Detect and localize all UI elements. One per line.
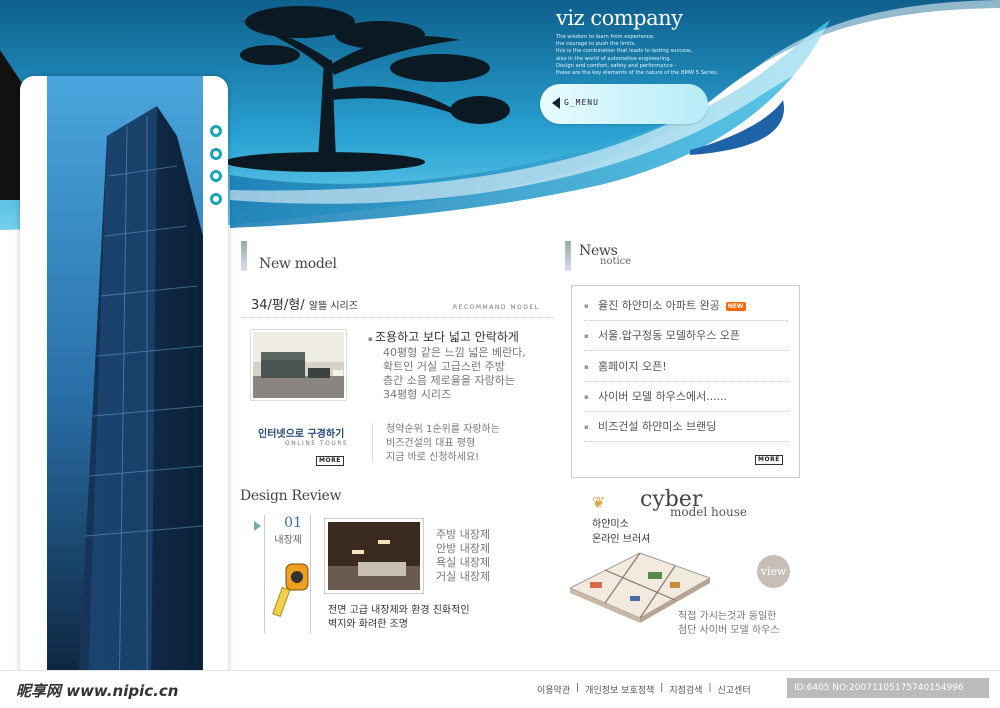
cyber-brand-line: 하얀미소	[592, 519, 629, 530]
footer-link-branch[interactable]: 지점검색	[669, 683, 702, 696]
left-arrow-icon	[552, 97, 560, 109]
divider	[372, 423, 373, 463]
play-arrow-icon	[254, 521, 261, 531]
brand-tagline: The wisdom to learn from experience, the…	[556, 34, 746, 77]
footer-link-terms[interactable]: 이용약관	[537, 683, 570, 696]
interior-list-item[interactable]: 안방 내장제	[436, 542, 490, 556]
news-subtitle: notice	[600, 256, 632, 267]
tagline-line: these are the key elements of the nature…	[556, 70, 719, 77]
news-item-label: 사이버 모델 하우스에서......	[598, 390, 728, 403]
g-menu-button[interactable]: G_MENU	[540, 84, 708, 124]
news-item[interactable]: 사이버 모델 하우스에서......	[584, 382, 788, 412]
interior-list-item[interactable]: 거실 내장제	[436, 570, 490, 584]
cyber-caption-line: 첨단 사이버 모델 하우스	[678, 625, 780, 636]
building-photo	[47, 76, 203, 708]
tagline-line: the courage to push the limits.	[556, 41, 636, 48]
desc-line: 확트인 거실 고급스런 주방	[383, 360, 505, 373]
cyber-caption: 직접 가시는것과 동일한 첨단 사이버 모델 하우스	[678, 610, 780, 638]
series-title: 34/평/형/ 알뜰 시리즈	[251, 294, 358, 313]
desc-line: 층간 소음 제로율을 자랑하는	[383, 374, 515, 387]
view-button[interactable]: view	[757, 555, 790, 588]
brand-block: viz company The wisdom to learn from exp…	[556, 6, 746, 77]
caption-line: 벽지와 화려한 조명	[328, 619, 408, 630]
cyber-caption-line: 직접 가시는것과 동일한	[678, 611, 777, 622]
footer-separator: |	[660, 683, 664, 693]
news-item-label: 홈페이지 오픈!	[598, 360, 667, 373]
footer-separator: |	[708, 683, 712, 693]
caption-line: 전면 고급 내장제와 환경 친화적인	[328, 605, 470, 616]
image-id-label: ID:6405 NO:20071105175740154996	[787, 678, 989, 698]
news-item[interactable]: 홈페이지 오픈!	[584, 352, 788, 382]
promo-text: 청약순위 1순위를 자랑하는 비즈건설의 대표 평형 지금 바로 신청하세요!	[386, 423, 500, 465]
interior-list: 주방 내장제 안방 내장제 욕실 내장제 거실 내장제	[436, 528, 490, 584]
desc-line: 40평형 같은 느낌 넓은 베란다,	[383, 346, 526, 359]
interior-photo[interactable]	[324, 518, 424, 594]
promo-line: 지금 바로 신청하세요!	[386, 452, 480, 463]
cyber-subtitle: model house	[670, 505, 747, 519]
model-description: 40평형 같은 느낌 넓은 베란다, 확트인 거실 고급스런 주방 층간 소음 …	[383, 346, 526, 402]
divider	[240, 317, 553, 318]
news-box: 율진 하얀미소 아파트 완공 NEW 서울.압구정동 모델하우스 오픈 홈페이지 …	[571, 285, 800, 478]
online-tour-link[interactable]: 인터넷으로 구경하기	[258, 425, 344, 440]
series-sub: 알뜰 시리즈	[308, 301, 358, 312]
section-marker	[241, 241, 247, 271]
ornament-icon: ❦	[592, 493, 606, 512]
g-menu-label: G_MENU	[564, 98, 599, 107]
desc-line: 34평형 시리즈	[383, 388, 452, 401]
cyber-brand: 하얀미소 온라인 브러셔	[592, 517, 650, 547]
review-category: 내장제	[274, 535, 302, 546]
design-review-title: Design Review	[240, 488, 342, 504]
interior-list-item[interactable]: 욕실 내장제	[436, 556, 490, 570]
model-photo[interactable]	[250, 329, 347, 401]
interior-list-item[interactable]: 주방 내장제	[436, 528, 490, 542]
recommend-tag: RECOMMAND MODEL	[453, 304, 540, 311]
model-more-button[interactable]: MORE	[316, 456, 344, 466]
nav-dot-1[interactable]	[210, 125, 222, 137]
watermark: 昵享网 www.nipic.cn	[16, 682, 179, 700]
nav-dot-2[interactable]	[210, 148, 222, 160]
promo-line: 비즈건설의 대표 평형	[386, 438, 476, 449]
tape-measure-icon	[272, 560, 312, 624]
interior-caption: 전면 고급 내장제와 환경 친화적인 벽지와 화려한 조명	[328, 604, 470, 632]
news-item[interactable]: 율진 하얀미소 아파트 완공 NEW	[584, 291, 788, 321]
footer-links: 이용약관 | 개인정보 보호정책 | 지점검색 | 신고센터	[537, 683, 751, 696]
tagline-line: this is the combination that leads to la…	[556, 48, 693, 55]
news-item[interactable]: 비즈건설 하얀미소 브랜딩	[584, 412, 788, 442]
news-more-button[interactable]: MORE	[755, 455, 783, 465]
news-item[interactable]: 서울.압구정동 모델하우스 오픈	[584, 321, 788, 351]
model-headline: ▪ 조용하고 보다 넓고 안락하게	[368, 330, 519, 344]
nav-dot-3[interactable]	[210, 170, 222, 182]
news-item-label: 율진 하얀미소 아파트 완공	[598, 299, 720, 312]
section-marker	[565, 241, 571, 271]
promo-line: 청약순위 1순위를 자랑하는	[386, 424, 500, 435]
tagline-line: also in the world of automotive engineer…	[556, 55, 672, 62]
nav-dot-4[interactable]	[210, 193, 222, 205]
news-item-label: 비즈건설 하얀미소 브랜딩	[598, 420, 717, 433]
footer-separator: |	[576, 683, 580, 693]
review-number: 01	[284, 515, 302, 531]
cyber-brand-line: 온라인 브러셔	[592, 534, 651, 545]
tagline-line: Design and comfort, safety and performan…	[556, 62, 677, 69]
headline-text: 조용하고 보다 넓고 안락하게	[374, 330, 519, 344]
online-tour-sub: ONLINE TOURE	[285, 440, 349, 447]
footer-link-privacy[interactable]: 개인정보 보호정책	[585, 683, 654, 696]
new-model-title: New model	[259, 256, 337, 272]
brand-title: viz company	[556, 6, 683, 30]
new-badge: NEW	[725, 301, 746, 311]
news-item-label: 서울.압구정동 모델하우스 오픈	[598, 329, 741, 342]
tagline-line: The wisdom to learn from experience,	[556, 34, 655, 40]
footer-link-report[interactable]: 신고센터	[718, 683, 751, 696]
series-size: 34/평/형/	[251, 298, 305, 313]
